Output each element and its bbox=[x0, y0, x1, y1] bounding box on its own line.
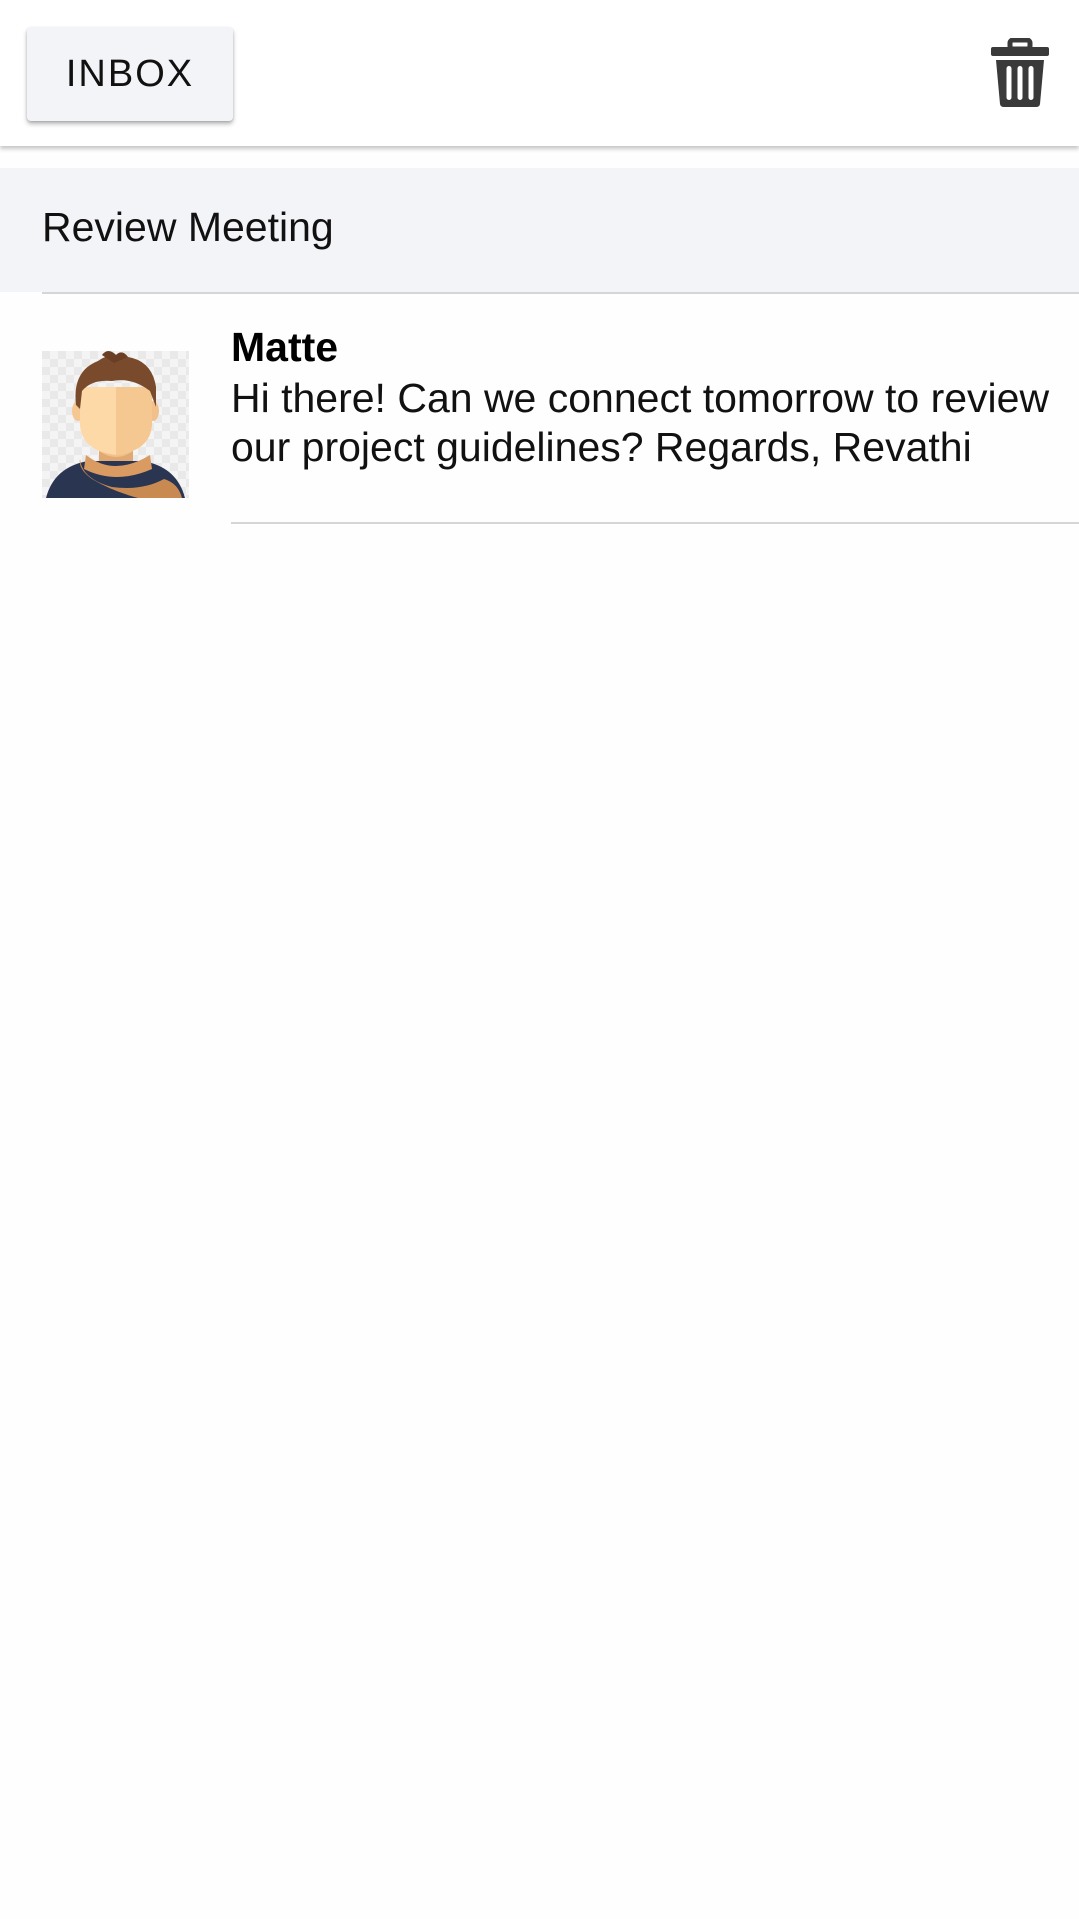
person-avatar bbox=[42, 351, 189, 498]
message-item[interactable]: Matte Hi there! Can we connect tomorrow … bbox=[0, 294, 1079, 526]
thread-subject: Review Meeting bbox=[42, 204, 334, 250]
thread-subject-bar: Review Meeting bbox=[0, 168, 1079, 292]
message-body: Hi there! Can we connect tomorrow to rev… bbox=[231, 375, 1050, 470]
trash-icon bbox=[991, 37, 1049, 107]
inbox-button[interactable]: INBOX bbox=[27, 27, 233, 121]
top-app-bar: INBOX bbox=[0, 0, 1079, 146]
divider bbox=[231, 522, 1079, 524]
message-sender: Matte bbox=[231, 324, 339, 370]
delete-button[interactable] bbox=[988, 37, 1052, 108]
